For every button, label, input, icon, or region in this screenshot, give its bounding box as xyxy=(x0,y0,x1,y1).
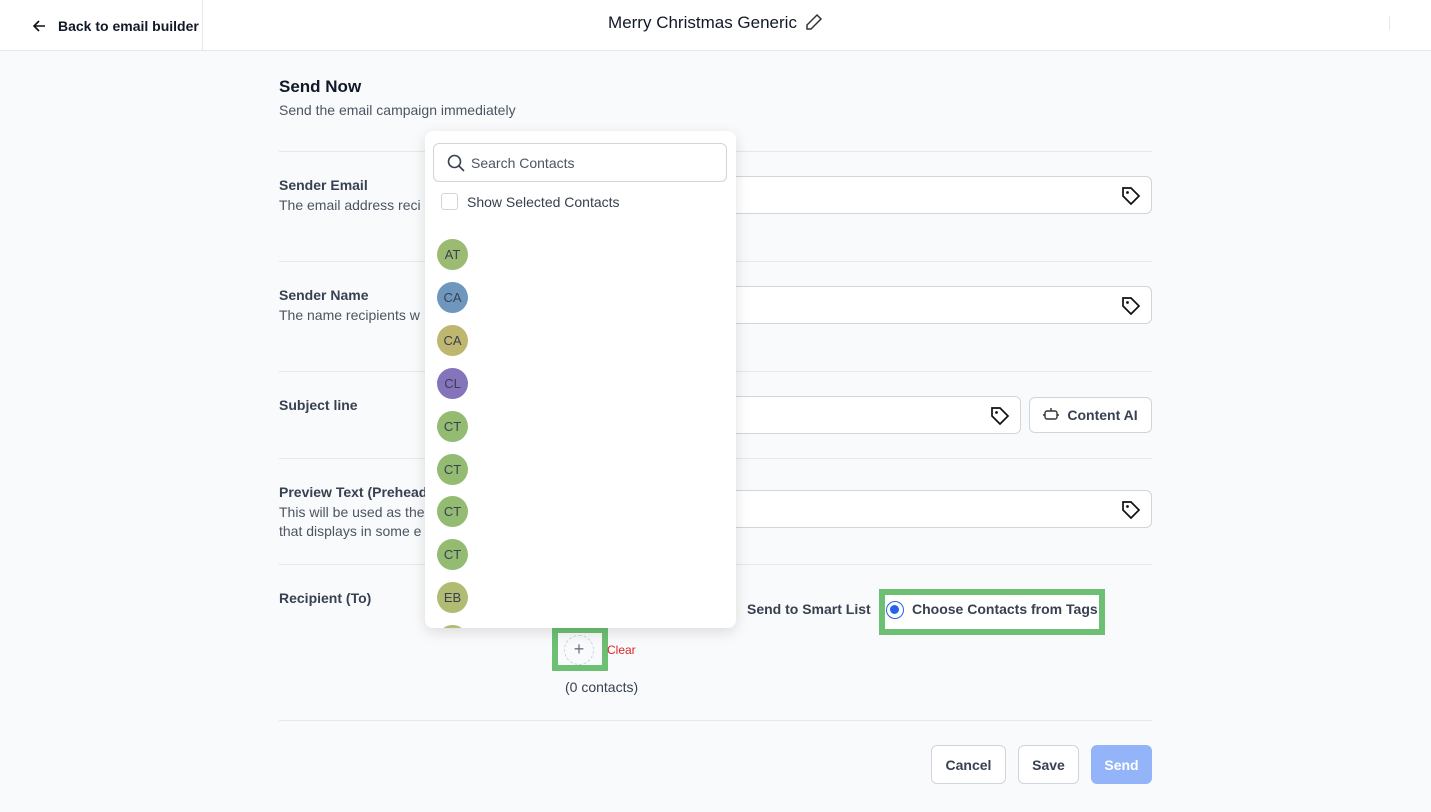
contact-avatar[interactable]: EB xyxy=(437,582,468,614)
tag-icon[interactable] xyxy=(1121,296,1141,316)
add-tag-button[interactable]: + xyxy=(564,635,594,665)
radio-smart-list[interactable]: Send to Smart List xyxy=(747,601,871,617)
contact-avatar[interactable]: CA xyxy=(437,281,468,313)
search-contacts-input[interactable]: Search Contacts xyxy=(433,143,727,182)
radio-tags-label[interactable]: Choose Contacts from Tags xyxy=(912,601,1098,617)
recipient-label: Recipient (To) xyxy=(279,590,372,606)
pencil-icon[interactable] xyxy=(805,13,823,31)
contact-count: (0 contacts) xyxy=(565,679,639,695)
search-placeholder: Search Contacts xyxy=(471,154,575,171)
contact-avatar[interactable]: CA xyxy=(437,324,468,356)
contact-avatar[interactable]: AT xyxy=(437,239,468,270)
save-button[interactable]: Save xyxy=(1018,745,1079,784)
tag-icon[interactable] xyxy=(1121,186,1141,206)
contact-avatar[interactable]: CT xyxy=(437,496,468,528)
divider xyxy=(279,720,1152,721)
section-title: Send Now xyxy=(279,77,362,96)
divider xyxy=(1389,16,1390,30)
section-subtitle: Send the email campaign immediately xyxy=(279,102,516,118)
radio-tags[interactable] xyxy=(886,601,904,619)
contact-avatar[interactable] xyxy=(437,625,468,628)
clear-link[interactable]: Clear xyxy=(607,643,636,657)
contact-avatar[interactable]: CT xyxy=(437,539,468,571)
show-selected-label: Show Selected Contacts xyxy=(467,193,620,210)
sender-name-input[interactable] xyxy=(700,286,1152,324)
send-button[interactable]: Send xyxy=(1091,745,1152,784)
subject-label: Subject line xyxy=(279,397,358,413)
robot-icon xyxy=(1043,408,1060,420)
preview-input[interactable] xyxy=(700,490,1152,528)
show-selected-checkbox[interactable]: Show Selected Contacts xyxy=(441,193,620,210)
tag-icon[interactable] xyxy=(990,406,1010,426)
content-ai-button[interactable]: Content AI xyxy=(1029,397,1152,433)
campaign-title: Merry Christmas Generic xyxy=(0,13,1431,33)
sender-name-label: Sender Name xyxy=(279,287,369,303)
subject-input[interactable] xyxy=(700,396,1021,434)
title-text: Merry Christmas Generic xyxy=(608,13,797,32)
sender-email-desc: The email address reci xyxy=(279,197,421,213)
top-bar: Back to email builder Merry Christmas Ge… xyxy=(0,0,1431,51)
sender-name-desc: The name recipients w xyxy=(279,307,420,323)
contact-avatar[interactable]: CT xyxy=(437,453,468,485)
contacts-dropdown: Search Contacts Show Selected Contacts A… xyxy=(425,131,736,628)
sender-email-input[interactable] xyxy=(700,176,1152,214)
contact-avatar[interactable]: CT xyxy=(437,410,468,442)
search-icon xyxy=(447,154,465,172)
preview-desc: that displays in some e xyxy=(279,523,422,539)
content-ai-label: Content AI xyxy=(1067,407,1138,423)
checkbox[interactable] xyxy=(441,193,458,210)
contact-avatar[interactable]: CL xyxy=(437,367,468,399)
cancel-button[interactable]: Cancel xyxy=(931,745,1006,784)
preview-desc: This will be used as the xyxy=(279,504,425,520)
preview-label: Preview Text (Prehead xyxy=(279,484,428,500)
sender-email-label: Sender Email xyxy=(279,177,368,193)
tag-icon[interactable] xyxy=(1121,500,1141,520)
